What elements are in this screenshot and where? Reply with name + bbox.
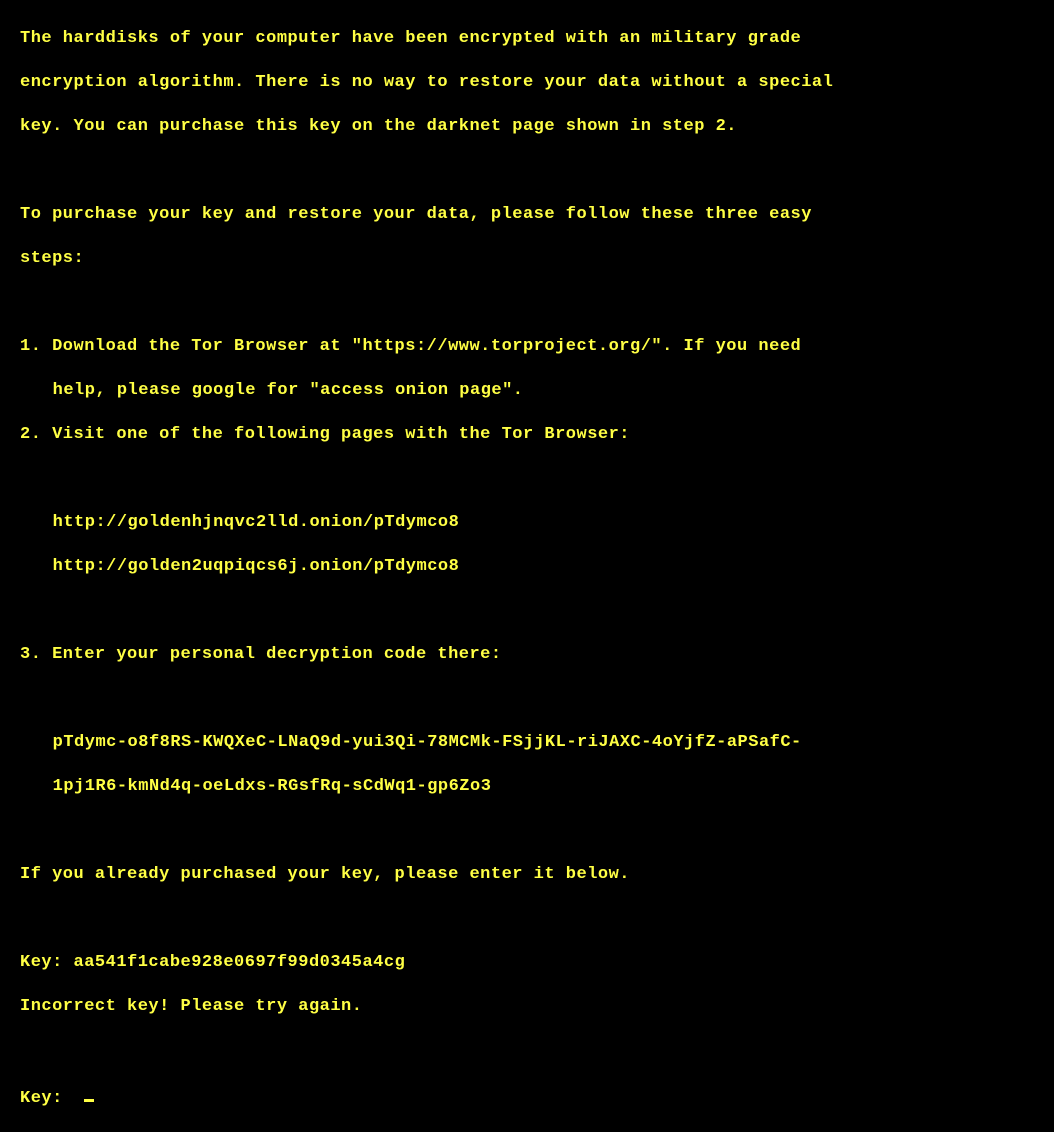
onion-url-1: http://goldenhjnqvc2lld.onion/pTdymco8	[20, 512, 1034, 534]
key-input[interactable]	[74, 1089, 82, 1108]
blank-line	[20, 600, 1034, 622]
decryption-code-2: 1pj1R6-kmNd4q-oeLdxs-RGsfRq-sCdWq1-gp6Zo…	[20, 776, 1034, 798]
intro-text-3: key. You can purchase this key on the da…	[20, 116, 1034, 138]
decryption-code-1: pTdymc-o8f8RS-KWQXeC-LNaQ9d-yui3Qi-78MCM…	[20, 732, 1034, 754]
step-1-line-2: help, please google for "access onion pa…	[20, 380, 1034, 402]
key-input-row[interactable]: Key:	[20, 1084, 1034, 1110]
entered-key-value: aa541f1cabe928e0697f99d0345a4cg	[74, 953, 406, 972]
blank-line	[20, 160, 1034, 182]
blank-line	[20, 688, 1034, 710]
key-label-2: Key:	[20, 1088, 63, 1110]
error-message: Incorrect key! Please try again.	[20, 996, 1034, 1018]
key-label-1: Key:	[20, 953, 63, 972]
ransom-terminal-screen: The harddisks of your computer have been…	[0, 0, 1054, 1132]
previous-key-attempt: Key: aa541f1cabe928e0697f99d0345a4cg	[20, 952, 1034, 974]
blank-line	[20, 820, 1034, 842]
onion-url-2: http://golden2uqpiqcs6j.onion/pTdymco8	[20, 556, 1034, 578]
instructions-2: steps:	[20, 248, 1034, 270]
instructions-1: To purchase your key and restore your da…	[20, 204, 1034, 226]
already-purchased-text: If you already purchased your key, pleas…	[20, 864, 1034, 886]
intro-text-1: The harddisks of your computer have been…	[20, 28, 1034, 50]
cursor-icon	[84, 1084, 94, 1102]
step-1-line-1: 1. Download the Tor Browser at "https://…	[20, 336, 1034, 358]
intro-text-2: encryption algorithm. There is no way to…	[20, 72, 1034, 94]
blank-line	[20, 908, 1034, 930]
blank-line	[20, 1040, 1034, 1062]
step-2-line-1: 2. Visit one of the following pages with…	[20, 424, 1034, 446]
blank-line	[20, 468, 1034, 490]
step-3-line-1: 3. Enter your personal decryption code t…	[20, 644, 1034, 666]
blank-line	[20, 292, 1034, 314]
